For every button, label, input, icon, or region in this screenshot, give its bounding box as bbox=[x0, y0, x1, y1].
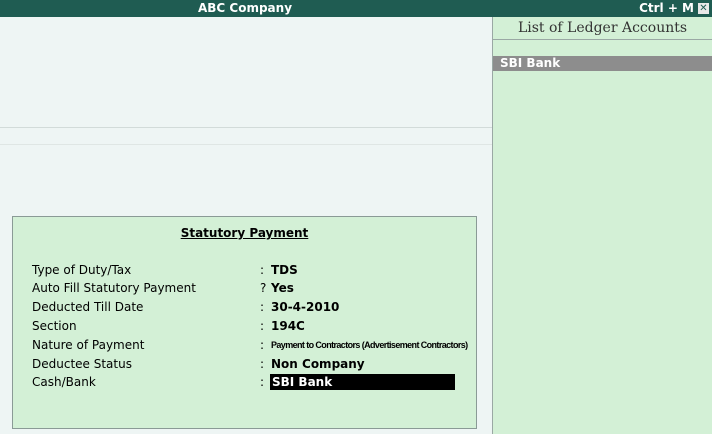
cash-bank-input[interactable]: SBI Bank bbox=[270, 374, 455, 390]
field-separator: : bbox=[260, 319, 265, 333]
statutory-payment-dialog: Statutory Payment Type of Duty/Tax : TDS… bbox=[12, 216, 477, 429]
field-separator: : bbox=[260, 338, 265, 352]
row-auto-fill: Auto Fill Statutory Payment ? Yes bbox=[13, 279, 476, 298]
company-title: ABC Company bbox=[197, 1, 293, 15]
deducted-till-date-field[interactable]: 30-4-2010 bbox=[271, 298, 339, 317]
ledger-list-heading: List of Ledger Accounts bbox=[493, 17, 712, 40]
title-bar: ABC Company Ctrl + M ✕ bbox=[0, 0, 712, 17]
ledger-list-panel: List of Ledger Accounts SBI Bank bbox=[492, 17, 712, 434]
field-separator: : bbox=[260, 375, 265, 389]
row-type-of-duty: Type of Duty/Tax : TDS bbox=[13, 261, 476, 280]
row-nature-of-payment: Nature of Payment : Payment to Contracto… bbox=[13, 336, 476, 355]
field-separator: ? bbox=[260, 281, 267, 295]
deductee-status-field[interactable]: Non Company bbox=[271, 355, 365, 374]
type-of-duty-field[interactable]: TDS bbox=[271, 261, 298, 280]
field-label: Deductee Status bbox=[32, 357, 132, 371]
field-label: Section bbox=[32, 319, 77, 333]
nature-of-payment-field[interactable]: Payment to Contractors (Advertisement Co… bbox=[271, 336, 468, 355]
auto-fill-field[interactable]: Yes bbox=[271, 279, 294, 298]
field-label: Nature of Payment bbox=[32, 338, 145, 352]
row-section: Section : 194C bbox=[13, 317, 476, 336]
field-label: Deducted Till Date bbox=[32, 300, 144, 314]
field-separator: : bbox=[260, 357, 265, 371]
ledger-item-sbi-bank[interactable]: SBI Bank bbox=[493, 56, 712, 71]
field-label: Type of Duty/Tax bbox=[32, 263, 132, 277]
section-field[interactable]: 194C bbox=[271, 317, 305, 336]
field-separator: : bbox=[260, 263, 265, 277]
field-label: Cash/Bank bbox=[32, 375, 96, 389]
close-icon[interactable]: ✕ bbox=[698, 3, 709, 14]
row-cash-bank: Cash/Bank : SBI Bank bbox=[13, 373, 476, 392]
field-label: Auto Fill Statutory Payment bbox=[32, 281, 196, 295]
dialog-title: Statutory Payment bbox=[180, 226, 309, 240]
row-deducted-till-date: Deducted Till Date : 30-4-2010 bbox=[13, 298, 476, 317]
divider bbox=[0, 144, 492, 145]
shortcut-hint: Ctrl + M bbox=[639, 1, 694, 15]
divider bbox=[0, 127, 492, 128]
row-deductee-status: Deductee Status : Non Company bbox=[13, 355, 476, 374]
field-separator: : bbox=[260, 300, 265, 314]
